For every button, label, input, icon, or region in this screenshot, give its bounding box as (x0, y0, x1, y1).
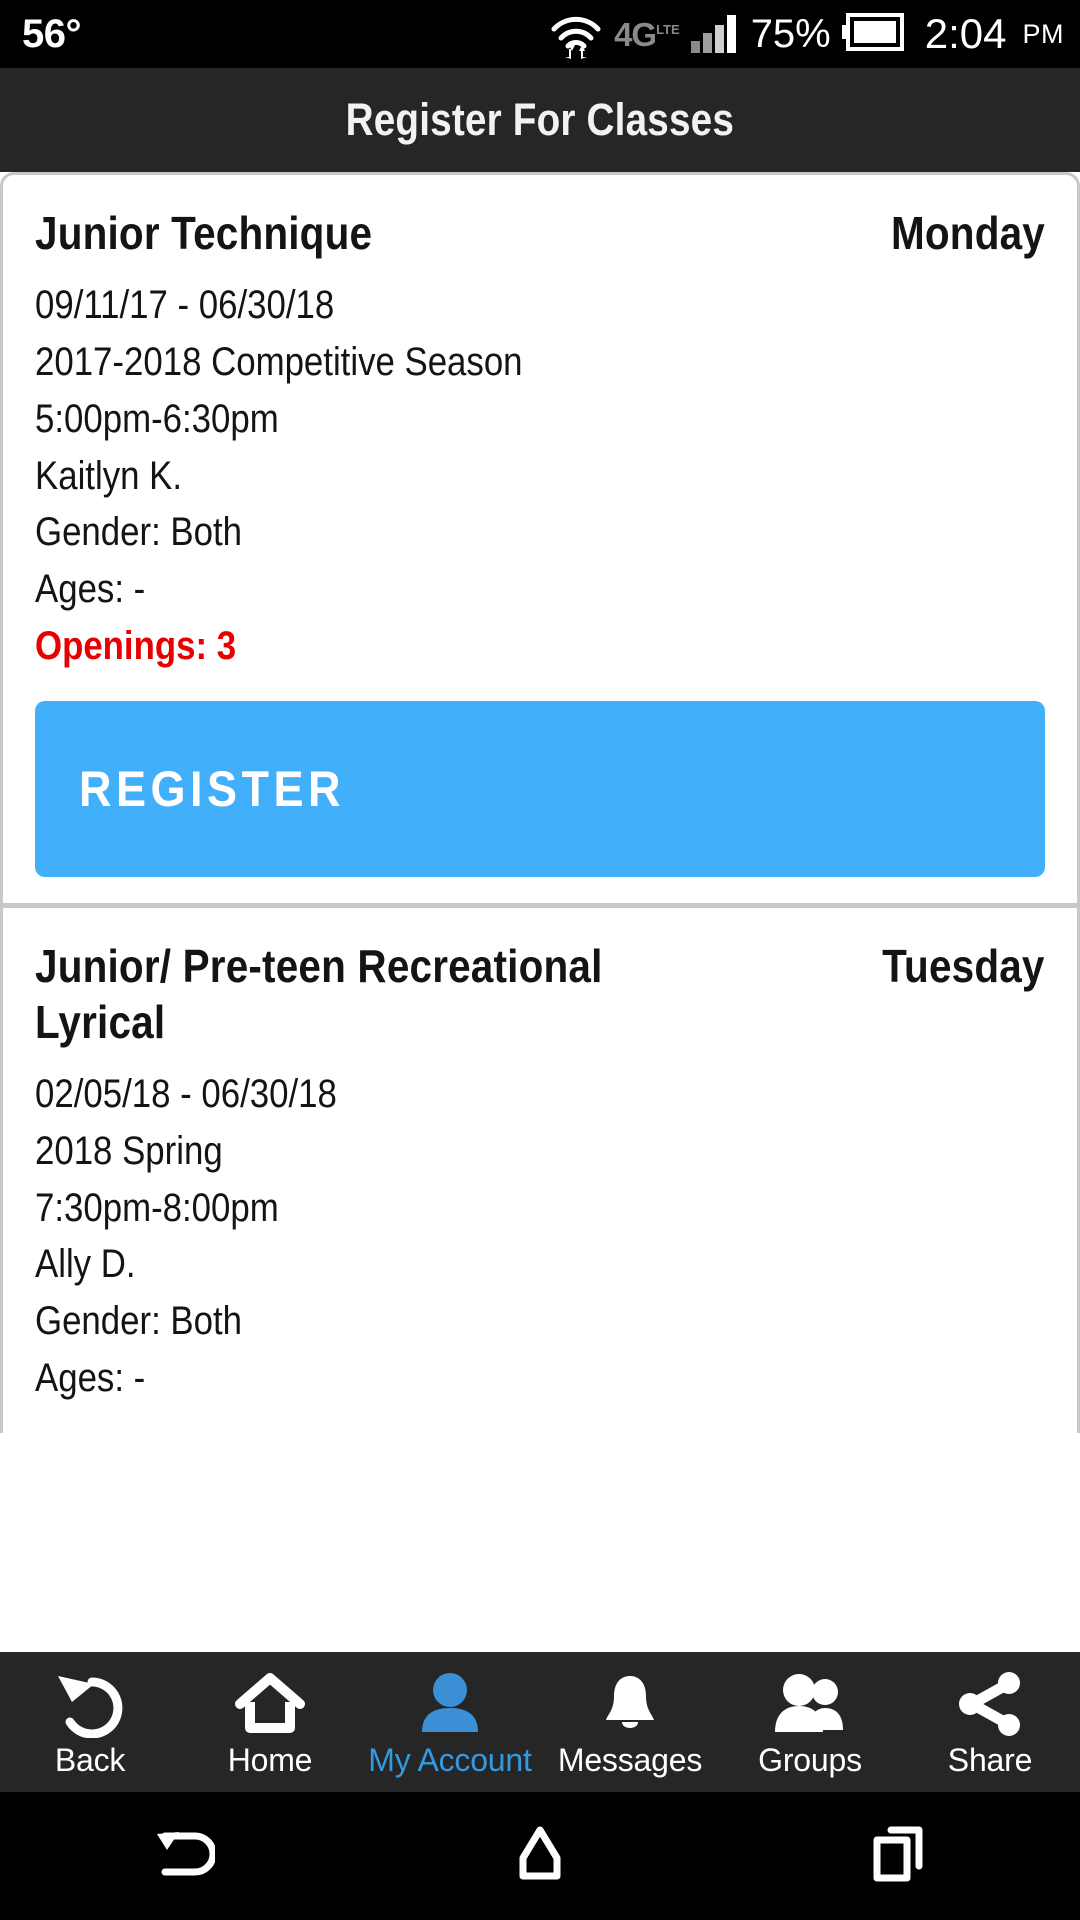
class-date-range: 02/05/18 - 06/30/18 (35, 1071, 337, 1116)
class-ages: Ages: - (35, 567, 146, 612)
nav-item-home[interactable]: Home (180, 1652, 360, 1792)
class-time: 5:00pm-6:30pm (35, 396, 279, 441)
undo-arrow-icon (52, 1668, 128, 1740)
nav-item-back[interactable]: Back (0, 1652, 180, 1792)
register-button-label: REGISTER (79, 760, 346, 817)
class-instructor: Kaitlyn K. (35, 453, 183, 498)
register-button[interactable]: REGISTER (35, 700, 1045, 877)
android-system-nav (0, 1792, 1080, 1920)
network-type-indicator: 4GLTE (614, 15, 680, 53)
android-home-icon (509, 1822, 571, 1891)
nav-label-share: Share (947, 1742, 1033, 1778)
nav-item-my-account[interactable]: My Account (360, 1652, 540, 1792)
nav-item-share[interactable]: Share (900, 1652, 1080, 1792)
class-season: 2018 Spring (35, 1128, 223, 1173)
clock-time: 2:04 (924, 10, 1007, 57)
class-gender: Gender: Both (35, 510, 243, 555)
class-season: 2017-2018 Competitive Season (35, 339, 523, 384)
class-card-header: Junior/ Pre-teen Recreational Lyrical Tu… (35, 938, 1045, 1050)
android-back-icon (145, 1822, 217, 1891)
battery-icon (841, 12, 904, 56)
class-card-header: Junior Technique Monday (35, 205, 1045, 261)
class-details: 02/05/18 - 06/30/18 2018 Spring 7:30pm-8… (35, 1066, 1045, 1407)
wifi-icon (549, 9, 603, 59)
status-bar: 56° 4GLTE 75% 2:04 PM (0, 0, 1080, 68)
class-card[interactable]: Junior Technique Monday 09/11/17 - 06/30… (0, 172, 1080, 903)
class-date-range: 09/11/17 - 06/30/18 (35, 283, 335, 328)
temperature-indicator: 56° (22, 12, 82, 56)
class-day: Tuesday (882, 939, 1045, 992)
status-bar-icons: 4GLTE 75% 2:04 PM (549, 9, 1064, 59)
class-name: Junior/ Pre-teen Recreational Lyrical (35, 939, 603, 1048)
class-details: 09/11/17 - 06/30/18 2017-2018 Competitiv… (35, 277, 1045, 675)
android-home-button[interactable] (470, 1806, 610, 1906)
nav-label-back: Back (54, 1742, 126, 1778)
android-back-button[interactable] (110, 1806, 250, 1906)
android-recents-button[interactable] (830, 1806, 970, 1906)
share-nodes-icon (952, 1668, 1028, 1740)
class-day: Monday (891, 207, 1045, 259)
nav-item-messages[interactable]: Messages (540, 1652, 720, 1792)
android-recents-icon (865, 1822, 935, 1891)
class-instructor: Ally D. (35, 1242, 136, 1287)
class-list-scroll-area[interactable]: Junior Technique Monday 09/11/17 - 06/30… (0, 172, 1080, 1652)
battery-percent-label: 75% (750, 12, 831, 56)
people-group-icon (769, 1668, 851, 1740)
clock-ampm: PM (1022, 18, 1064, 49)
class-time: 7:30pm-8:00pm (35, 1185, 279, 1230)
class-name: Junior Technique (35, 207, 373, 259)
app-bottom-nav: Back Home My Account Messages Groups Sha… (0, 1652, 1080, 1792)
class-ages: Ages: - (35, 1355, 146, 1400)
nav-label-home: Home (227, 1742, 313, 1778)
person-icon (412, 1668, 488, 1740)
bell-icon (592, 1668, 668, 1740)
nav-label-groups: Groups (758, 1742, 862, 1778)
app-title-bar: Register For Classes (0, 68, 1080, 172)
nav-label-messages: Messages (557, 1742, 703, 1778)
nav-item-groups[interactable]: Groups (720, 1652, 900, 1792)
page-title: Register For Classes (345, 94, 735, 145)
phone-screen: 56° 4GLTE 75% 2:04 PM Register For Class… (0, 0, 1080, 1920)
class-card[interactable]: Junior/ Pre-teen Recreational Lyrical Tu… (0, 902, 1080, 1433)
signal-bars-icon (690, 15, 736, 53)
class-gender: Gender: Both (35, 1299, 243, 1344)
nav-label-my-account: My Account (368, 1742, 532, 1778)
class-openings: Openings: 3 (35, 623, 237, 668)
house-icon (232, 1668, 308, 1740)
